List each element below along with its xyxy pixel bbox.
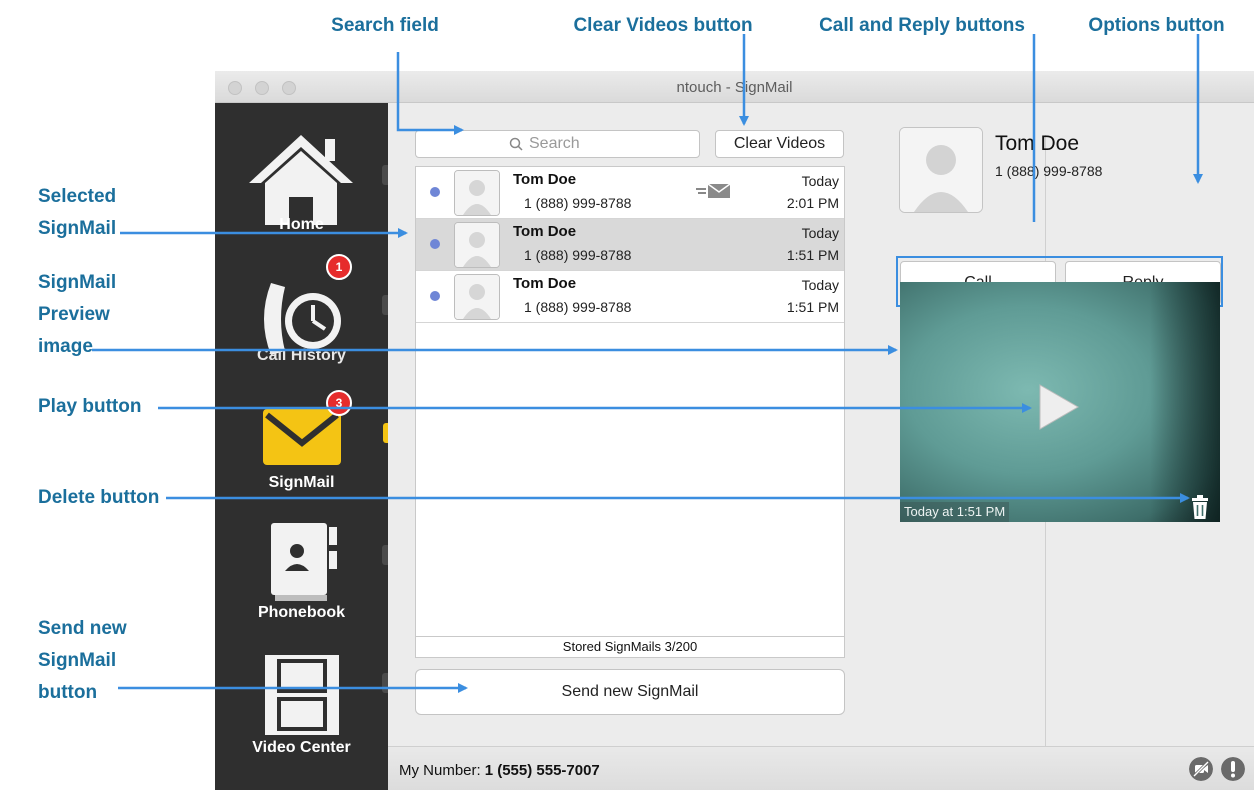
contact-number: 1 (888) 999-8788 <box>995 163 1103 179</box>
signmail-number: 1 (888) 999-8788 <box>524 195 632 211</box>
callout-clear-videos-button: Clear Videos button <box>573 15 753 36</box>
play-icon[interactable] <box>1036 383 1080 431</box>
video-privacy-icon[interactable] <box>1189 757 1213 781</box>
signmail-name: Tom Doe <box>513 275 577 292</box>
video-vignette <box>1150 282 1220 522</box>
contact-avatar <box>899 127 983 213</box>
sidebar-item-label: Video Center <box>252 739 351 756</box>
my-number: My Number: 1 (555) 555-7007 <box>399 762 600 779</box>
search-input[interactable]: Search <box>415 130 700 158</box>
signmail-day: Today <box>801 277 839 293</box>
signmail-number: 1 (888) 999-8788 <box>524 299 632 315</box>
sidebar-item-phonebook[interactable]: Phonebook <box>215 501 388 629</box>
send-new-signmail-button[interactable]: Send new SignMail <box>415 669 845 715</box>
my-number-label: My Number: <box>399 762 481 779</box>
sidebar-item-label: Call History <box>257 347 346 364</box>
signmail-time: 1:51 PM <box>786 247 839 263</box>
callout-send-new-button: Send new SignMail button <box>38 618 127 703</box>
unread-dot <box>430 187 440 197</box>
sidebar-item-video-center[interactable]: Video Center <box>215 629 388 789</box>
avatar <box>454 170 500 216</box>
sidebar-item-label: SignMail <box>268 474 335 491</box>
signmail-number: 1 (888) 999-8788 <box>524 247 632 263</box>
callout-selected-signmail: Selected SignMail <box>38 186 117 239</box>
callout-preview-image: SignMail Preview image <box>38 272 117 357</box>
signmail-row[interactable]: Tom Doe 1 (888) 999-8788 Today 1:51 PM <box>416 271 844 323</box>
sidebar-item-call-history[interactable]: 1 Call History <box>215 243 388 371</box>
video-timestamp: Today at 1:51 PM <box>900 502 1010 522</box>
clear-videos-button[interactable]: Clear Videos <box>715 130 844 158</box>
signmail-list: Tom Doe 1 (888) 999-8788 Today 2:01 PM T… <box>415 166 845 658</box>
person-placeholder-icon <box>455 171 499 215</box>
search-placeholder: Search <box>529 135 580 152</box>
callout-options-button: Options button <box>1088 15 1225 36</box>
contact-name: Tom Doe <box>995 132 1080 155</box>
my-number-value: 1 (555) 555-7007 <box>484 762 600 779</box>
sidebar: Home 1 Call History 3 SignMail Phonebook… <box>215 103 388 790</box>
callout-search-field: Search field <box>331 15 439 36</box>
sidebar-item-label: Phonebook <box>257 604 346 621</box>
signmail-row-selected[interactable]: Tom Doe 1 (888) 999-8788 Today 1:51 PM <box>416 219 844 271</box>
sidebar-item-home[interactable]: Home <box>215 103 388 243</box>
alert-icon[interactable] <box>1221 757 1245 781</box>
person-placeholder-icon <box>900 128 982 212</box>
call-history-badge: 1 <box>326 254 352 280</box>
signmail-time: 2:01 PM <box>786 195 839 211</box>
film-strip-icon <box>265 655 339 735</box>
signmail-day: Today <box>801 173 839 189</box>
sidebar-item-label: Home <box>279 216 324 233</box>
sidebar-item-signmail[interactable]: 3 SignMail <box>215 371 388 501</box>
signmail-day: Today <box>801 225 839 241</box>
callout-play-button: Play button <box>38 396 142 417</box>
search-icon <box>509 137 523 151</box>
callout-call-reply-buttons: Call and Reply buttons <box>819 15 1025 36</box>
avatar <box>454 274 500 320</box>
title-bar: ntouch - SignMail <box>215 71 1254 103</box>
address-book-icon <box>271 523 337 601</box>
window-title: ntouch - SignMail <box>676 79 793 96</box>
main-content: Search Clear Videos Tom Doe 1 (888) 999-… <box>388 103 1254 778</box>
envelope-icon <box>263 409 341 465</box>
signmail-badge: 3 <box>326 390 352 416</box>
status-bar: My Number: 1 (555) 555-7007 <box>388 746 1254 790</box>
trash-icon[interactable] <box>1189 495 1211 519</box>
stored-signmails-count: Stored SignMails 3/200 <box>416 636 844 657</box>
signmail-time: 1:51 PM <box>786 299 839 315</box>
person-placeholder-icon <box>455 223 499 267</box>
house-icon <box>249 135 353 225</box>
signmail-row[interactable]: Tom Doe 1 (888) 999-8788 Today 2:01 PM <box>416 167 844 219</box>
unread-dot <box>430 291 440 301</box>
signmail-preview-image[interactable]: Today at 1:51 PM <box>900 282 1220 522</box>
app-window: ntouch - SignMail Home 1 Call History 3 … <box>215 71 1254 790</box>
sent-mail-icon <box>696 183 731 198</box>
signmail-name: Tom Doe <box>513 171 577 188</box>
person-placeholder-icon <box>455 275 499 319</box>
unread-dot <box>430 239 440 249</box>
callout-delete-button: Delete button <box>38 487 160 508</box>
signmail-name: Tom Doe <box>513 223 577 240</box>
avatar <box>454 222 500 268</box>
